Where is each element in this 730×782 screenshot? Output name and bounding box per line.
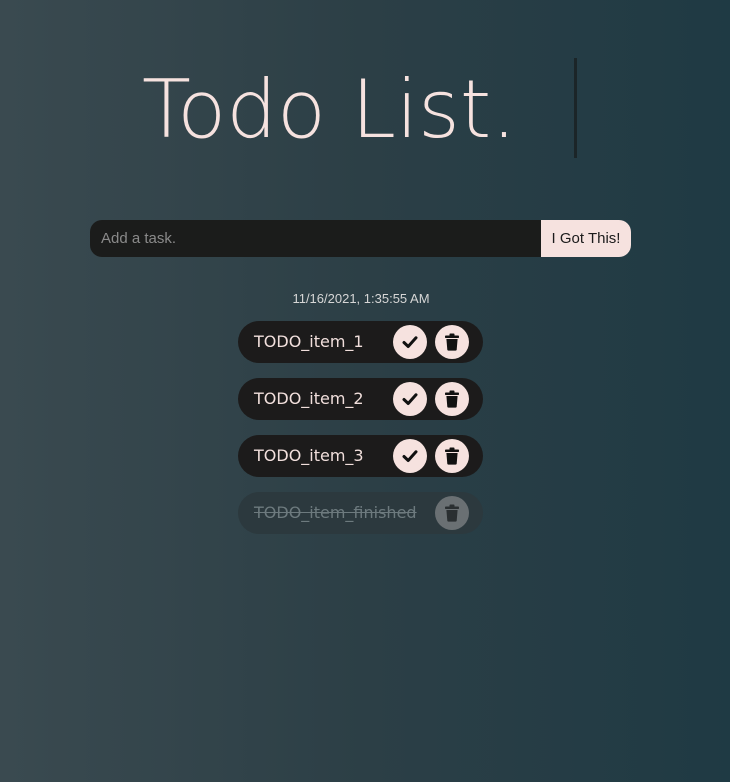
task-input[interactable] — [90, 220, 541, 257]
checkmark-icon — [402, 336, 418, 348]
add-task-form: I Got This! — [90, 220, 631, 257]
todo-item-label: TODO_item_1 — [254, 332, 364, 351]
delete-button[interactable] — [435, 496, 469, 530]
todo-item: TODO_item_2 — [238, 378, 483, 420]
trash-icon — [445, 390, 459, 408]
delete-button[interactable] — [435, 382, 469, 416]
trash-icon — [445, 447, 459, 465]
todo-item-completed: TODO_item_finished — [238, 492, 483, 534]
todo-list: TODO_item_1 TODO_item_2 TODO_item_3 TODO… — [238, 321, 483, 549]
add-task-button[interactable]: I Got This! — [541, 220, 631, 257]
trash-icon — [445, 333, 459, 351]
trash-icon — [445, 504, 459, 522]
delete-button[interactable] — [435, 325, 469, 359]
text-cursor — [574, 58, 577, 158]
delete-button[interactable] — [435, 439, 469, 473]
checkmark-icon — [402, 450, 418, 462]
todo-item-label: TODO_item_2 — [254, 389, 364, 408]
complete-button[interactable] — [393, 382, 427, 416]
checkmark-icon — [402, 393, 418, 405]
timestamp: 11/16/2021, 1:35:55 AM — [292, 291, 430, 306]
complete-button[interactable] — [393, 439, 427, 473]
todo-item: TODO_item_1 — [238, 321, 483, 363]
todo-item-label: TODO_item_3 — [254, 446, 364, 465]
todo-item-label: TODO_item_finished — [254, 503, 417, 522]
complete-button[interactable] — [393, 325, 427, 359]
page-title: Todo List. — [142, 63, 517, 156]
todo-item: TODO_item_3 — [238, 435, 483, 477]
